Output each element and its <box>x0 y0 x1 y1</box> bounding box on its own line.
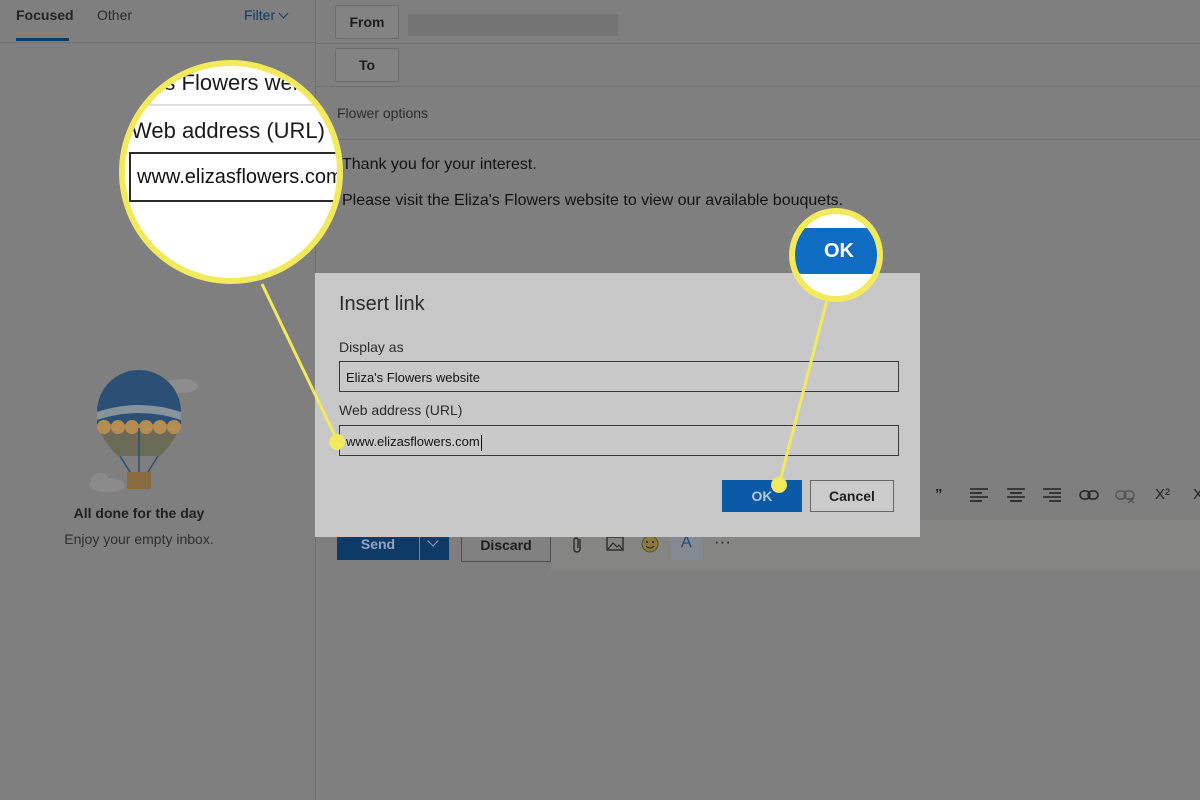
callout-dot <box>771 477 787 493</box>
zoom-url-input: www.elizasflowers.com <box>129 152 343 202</box>
zoom-display-text: za's Flowers web <box>137 70 306 95</box>
zoom-divider <box>125 104 337 106</box>
zoom-ok-button: OK <box>795 228 877 274</box>
callout-dot <box>329 434 345 450</box>
url-zoom-callout: za's Flowers web Web address (URL) www.e… <box>119 60 343 284</box>
zoom-url-label: Web address (URL) <box>131 118 325 143</box>
zoom-url-value: www.elizasflowers.com <box>137 166 343 188</box>
ok-zoom-callout: OK <box>789 208 883 302</box>
